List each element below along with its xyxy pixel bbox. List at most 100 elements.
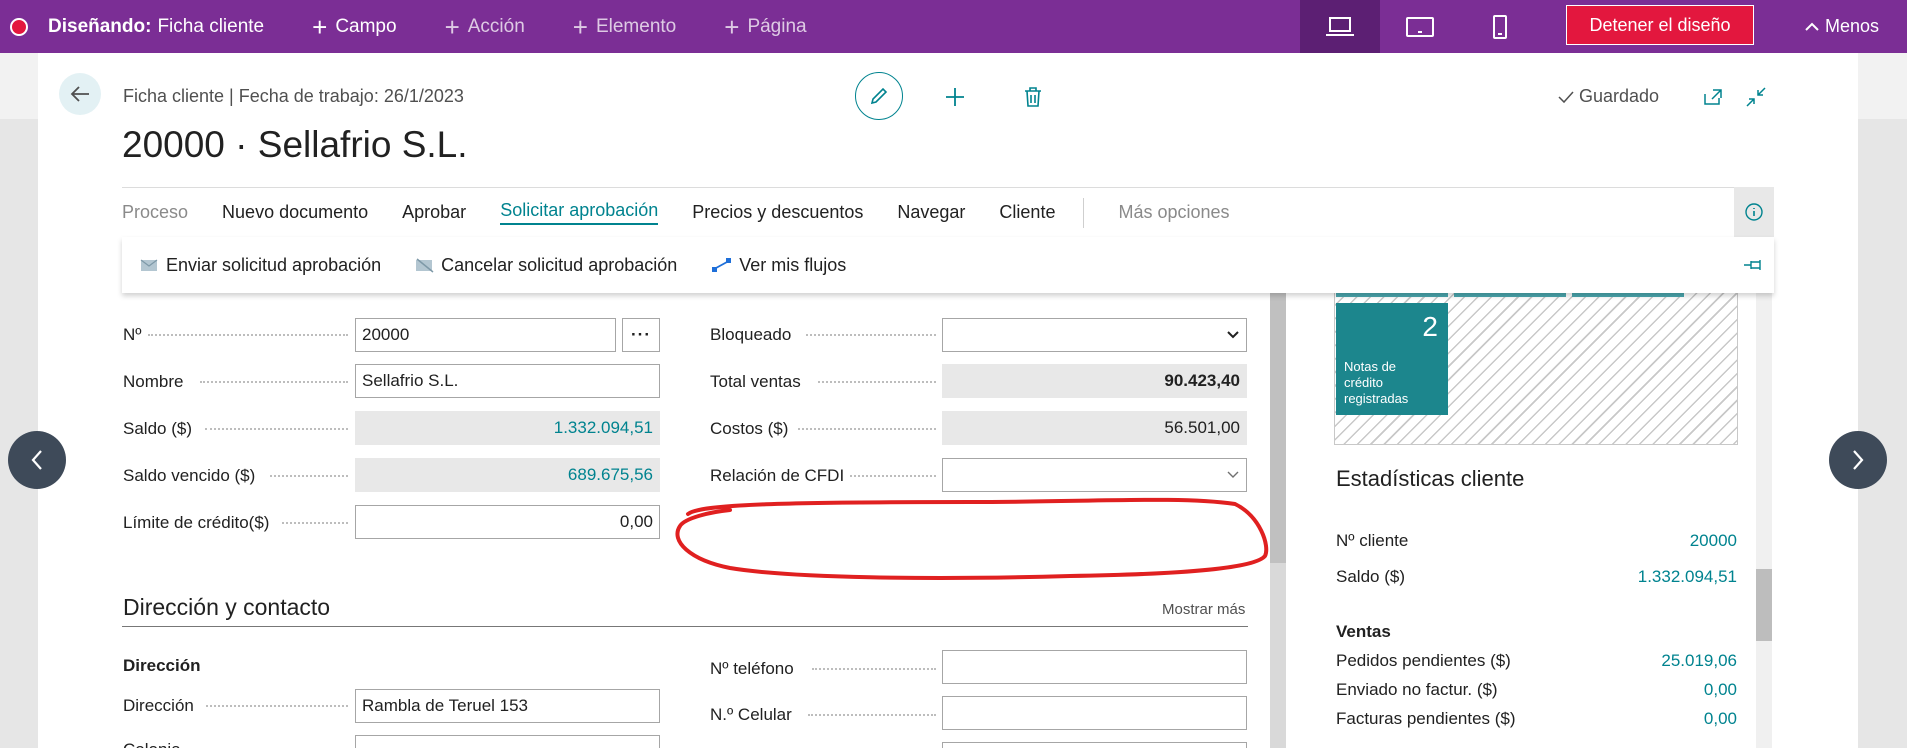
tab-nuevo-documento[interactable]: Nuevo documento xyxy=(222,202,368,223)
stat-label-shipped-not-invoiced: Enviado no factur. ($) xyxy=(1336,680,1498,699)
tablet-preview-button[interactable] xyxy=(1380,0,1460,53)
assist-edit-button[interactable]: ··· xyxy=(622,318,660,352)
credit-limit-input[interactable]: 0,00 xyxy=(355,505,660,539)
field-label-saldo: Saldo ($) xyxy=(123,419,192,438)
next-record-button[interactable] xyxy=(1829,431,1887,489)
saved-label: Guardado xyxy=(1579,86,1660,106)
check-icon xyxy=(1558,90,1574,103)
sales-heading: Ventas xyxy=(1336,622,1391,641)
blocked-select[interactable] xyxy=(942,318,1247,352)
chevron-left-icon xyxy=(31,450,42,470)
designing-label: Diseñando: xyxy=(48,15,152,37)
label-leader xyxy=(808,714,936,716)
add-element-label: Elemento xyxy=(595,15,677,37)
desktop-preview-button[interactable] xyxy=(1300,0,1380,53)
content-scrollbar-thumb[interactable] xyxy=(1270,293,1286,563)
add-element-button[interactable]: + Elemento xyxy=(573,14,676,40)
send-mail-icon xyxy=(140,259,158,271)
label-leader xyxy=(798,428,936,430)
edit-button[interactable] xyxy=(855,72,903,120)
cancel-mail-icon xyxy=(416,258,434,273)
back-button[interactable] xyxy=(59,73,101,115)
send-approval-label: Enviar solicitud aprobación xyxy=(166,254,382,275)
customer-no-input[interactable]: 20000 xyxy=(355,318,616,352)
action-separator xyxy=(1083,197,1085,228)
chevron-up-icon xyxy=(1805,22,1819,31)
stat-value-pending-invoices[interactable]: 0,00 xyxy=(1704,709,1737,729)
factbox-scrollbar[interactable] xyxy=(1756,293,1772,748)
total-sales-value: 90.423,40 xyxy=(942,364,1247,398)
stat-label-pending-orders: Pedidos pendientes ($) xyxy=(1336,651,1511,670)
cfdi-relation-select[interactable] xyxy=(942,458,1247,492)
send-approval-request-button[interactable]: Enviar solicitud aprobación xyxy=(140,255,381,276)
laptop-icon xyxy=(1326,16,1354,36)
name-input[interactable]: Sellafrio S.L. xyxy=(355,364,660,398)
less-label: Menos xyxy=(1825,16,1880,36)
tab-proceso[interactable]: Proceso xyxy=(122,202,188,223)
collapse-button[interactable] xyxy=(1741,82,1771,112)
tab-navegar[interactable]: Navegar xyxy=(897,202,965,223)
balance-value[interactable]: 1.332.094,51 xyxy=(355,411,660,445)
new-button[interactable] xyxy=(940,82,970,112)
label-leader xyxy=(200,381,348,383)
field-label-limite-credito: Límite de crédito($) xyxy=(123,513,270,532)
previous-record-button[interactable] xyxy=(8,431,66,489)
view-my-flows-button[interactable]: Ver mis flujos xyxy=(711,255,846,276)
flow-icon xyxy=(712,258,732,272)
stat-value-pending-orders[interactable]: 25.019,06 xyxy=(1661,651,1737,671)
cue-strip xyxy=(1336,293,1448,297)
open-new-window-button[interactable] xyxy=(1700,84,1726,110)
add-field-button[interactable]: + Campo xyxy=(312,14,396,40)
tab-cliente[interactable]: Cliente xyxy=(999,202,1055,223)
stat-label-customer-no: Nº cliente xyxy=(1336,531,1409,550)
phone-preview-button[interactable] xyxy=(1460,0,1540,53)
phone-input[interactable] xyxy=(942,650,1247,684)
stat-value-shipped-not-invoiced[interactable]: 0,00 xyxy=(1704,680,1737,700)
add-action-label: Acción xyxy=(467,15,525,37)
field-label-colonia: Colonia xyxy=(123,740,181,748)
add-page-label: Página xyxy=(747,15,807,37)
show-more-link[interactable]: Mostrar más xyxy=(1162,601,1245,618)
stat-value-balance[interactable]: 1.332.094,51 xyxy=(1638,567,1737,587)
field-label-saldo-vencido: Saldo vencido ($) xyxy=(123,466,256,485)
stop-designing-button[interactable]: Detener el diseño xyxy=(1566,5,1754,45)
stat-label-balance: Saldo ($) xyxy=(1336,567,1405,586)
add-action-button[interactable]: + Acción xyxy=(445,14,525,40)
balance-due-value[interactable]: 689.675,56 xyxy=(355,458,660,492)
section-title-address-contact[interactable]: Dirección y contacto xyxy=(123,594,330,621)
delete-button[interactable] xyxy=(1018,82,1048,112)
more-options-button[interactable]: Más opciones xyxy=(1118,202,1229,223)
trash-icon xyxy=(1025,87,1041,107)
colonia-input[interactable] xyxy=(355,735,660,748)
cancel-approval-request-button[interactable]: Cancelar solicitud aprobación xyxy=(415,255,677,276)
address-input[interactable]: Rambla de Teruel 153 xyxy=(355,689,660,723)
saved-status: Guardado xyxy=(1557,86,1659,107)
tab-solicitar-aprobacion[interactable]: Solicitar aprobación xyxy=(500,200,659,225)
label-leader xyxy=(205,428,348,430)
label-leader xyxy=(850,475,936,477)
factbox-scrollbar-thumb[interactable] xyxy=(1756,569,1772,641)
credit-memos-cue-tile[interactable]: 2 Notas de crédito registradas xyxy=(1336,303,1448,415)
mobile-input[interactable] xyxy=(942,696,1247,730)
tab-aprobar[interactable]: Aprobar xyxy=(402,202,466,223)
pencil-icon xyxy=(870,87,888,105)
factbox-toggle-button[interactable] xyxy=(1734,187,1774,237)
next-input[interactable] xyxy=(942,742,1247,748)
sub-action-bar: Enviar solicitud aprobación Cancelar sol… xyxy=(122,237,1774,293)
field-label-bloqueado: Bloqueado xyxy=(710,325,792,344)
field-label-relacion-cfdi: Relación de CFDI xyxy=(710,466,845,485)
costs-value: 56.501,00 xyxy=(942,411,1247,445)
label-leader xyxy=(148,334,348,336)
plus-icon: + xyxy=(312,11,328,42)
tab-precios-descuentos[interactable]: Precios y descuentos xyxy=(692,202,863,223)
label-leader xyxy=(270,475,348,477)
stat-value-customer-no[interactable]: 20000 xyxy=(1690,531,1737,551)
label-leader xyxy=(806,334,936,336)
content-scrollbar[interactable] xyxy=(1270,293,1286,748)
designed-page-name: Ficha cliente xyxy=(157,15,265,37)
info-icon xyxy=(1745,203,1763,221)
add-page-button[interactable]: + Página xyxy=(724,14,806,40)
collapse-designer-button[interactable]: Menos xyxy=(1805,0,1879,53)
pin-button[interactable] xyxy=(1738,250,1768,280)
cue-strip xyxy=(1572,293,1684,297)
